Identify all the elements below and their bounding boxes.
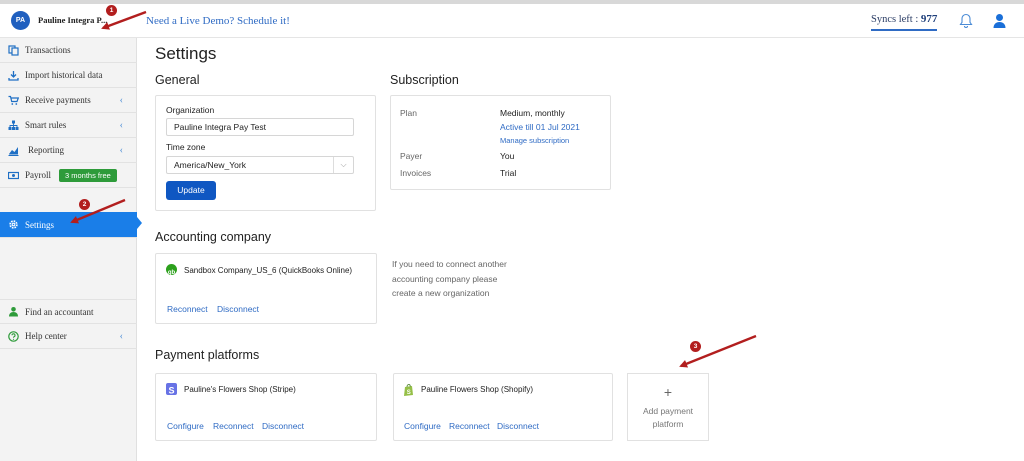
reconnect-link[interactable]: Reconnect [213, 421, 254, 431]
cart-icon [8, 95, 20, 106]
plan-value: Medium, monthly [500, 108, 565, 118]
sidebar-item-label: Help center [25, 331, 67, 341]
plus-icon: + [663, 384, 673, 400]
page-title: Settings [155, 44, 217, 63]
sidebar-item-label: Receive payments [25, 95, 91, 105]
general-section-title: General [155, 73, 200, 87]
download-icon [8, 70, 19, 81]
sidebar-item-settings[interactable]: Settings [0, 212, 137, 238]
manage-subscription-link[interactable]: Manage subscription [500, 136, 569, 145]
top-bar: Need a Live Demo? Schedule it! Syncs lef… [137, 4, 1024, 38]
sidebar-item-transactions[interactable]: Transactions [0, 38, 137, 63]
chevron-left-icon: ‹ [119, 95, 123, 106]
sidebar-item-label: Settings [25, 219, 55, 230]
syncs-left[interactable]: Syncs left : 977 [871, 13, 937, 25]
stripe-icon: S [166, 383, 177, 396]
schedule-demo-link[interactable]: Need a Live Demo? Schedule it! [146, 15, 290, 27]
accounting-company-name: Sandbox Company_US_6 (QuickBooks Online) [184, 266, 353, 275]
disconnect-link[interactable]: Disconnect [262, 421, 304, 431]
annotation-badge-3: 3 [690, 341, 701, 352]
syncs-underline [871, 29, 937, 31]
avatar[interactable]: PA [11, 11, 30, 30]
plan-label: Plan [400, 108, 418, 118]
sidebar-item-label: Find an accountant [25, 306, 94, 317]
sidebar-item-label: Reporting [28, 145, 64, 155]
chevron-left-icon: ‹ [119, 145, 123, 156]
chevron-down-icon: ⌵ [333, 157, 353, 173]
sidebar-item-reporting[interactable]: Reporting ‹ [0, 138, 137, 163]
sidebar-item-receive-payments[interactable]: Receive payments ‹ [0, 88, 137, 113]
quickbooks-icon: qb [166, 264, 177, 276]
chevron-left-icon: ‹ [119, 120, 123, 131]
configure-link[interactable]: Configure [167, 421, 204, 431]
annotation-badge-2: 2 [79, 199, 90, 210]
payer-label: Payer [400, 151, 423, 161]
chevron-left-icon: ‹ [119, 331, 123, 342]
sidebar-item-label: Transactions [25, 45, 71, 55]
svg-text:S: S [407, 390, 411, 396]
invoices-value: Trial [500, 168, 517, 178]
organization-label: Organization [166, 105, 215, 115]
hierarchy-icon [8, 120, 19, 131]
promo-badge[interactable]: 3 months free [59, 168, 117, 182]
accounting-company-card: qb Sandbox Company_US_6 (QuickBooks Onli… [155, 253, 377, 324]
payment-platforms-section-title: Payment platforms [155, 348, 260, 362]
sidebar-item-find-accountant[interactable]: Find an accountant [0, 299, 137, 324]
help-icon [8, 330, 19, 342]
money-icon [7, 170, 20, 181]
timezone-select[interactable]: America/New_York ⌵ [166, 156, 354, 174]
sidebar-item-label: Smart rules [25, 120, 67, 130]
accounting-info-text: If you need to connect another accountin… [392, 259, 507, 298]
add-payment-platform-label: Add payment platform [642, 406, 694, 429]
update-button[interactable]: Update [166, 181, 216, 200]
timezone-value: America/New_York [174, 160, 246, 170]
bell-icon[interactable] [959, 13, 973, 29]
organization-input[interactable]: Pauline Integra Pay Test [166, 118, 354, 136]
invoices-label: Invoices [400, 168, 432, 178]
platform-card-shopify: S Pauline Flowers Shop (Shopify) Configu… [393, 373, 613, 441]
syncs-value: 977 [920, 13, 938, 25]
reconnect-link[interactable]: Reconnect [449, 421, 490, 431]
annotation-badge-1: 1 [106, 5, 117, 16]
person-icon [8, 306, 19, 317]
shopify-icon: S [403, 383, 414, 396]
disconnect-link[interactable]: Disconnect [497, 421, 539, 431]
subscription-card: Plan Medium, monthly Active till 01 Jul … [390, 95, 611, 190]
active-till-text: Active till 01 Jul 2021 [500, 122, 580, 132]
gear-icon [8, 219, 19, 230]
svg-text:S: S [168, 386, 174, 396]
disconnect-accounting-link[interactable]: Disconnect [217, 304, 259, 314]
sidebar-item-label: Import historical data [25, 70, 103, 80]
platform-name: Pauline's Flowers Shop (Stripe) [184, 385, 296, 394]
syncs-label: Syncs left : [871, 14, 919, 25]
general-card: Organization Pauline Integra Pay Test Ti… [155, 95, 376, 211]
sidebar-item-payroll[interactable]: Payroll 3 months free [0, 163, 137, 188]
chart-icon [8, 145, 19, 156]
platform-card-stripe: S Pauline's Flowers Shop (Stripe) Config… [155, 373, 377, 441]
reconnect-accounting-link[interactable]: Reconnect [167, 304, 208, 314]
sidebar-item-label: Payroll [25, 170, 51, 180]
sidebar-item-help-center[interactable]: Help center ‹ [0, 324, 137, 349]
configure-link[interactable]: Configure [404, 421, 441, 431]
copy-icon [8, 44, 19, 56]
sidebar-item-import[interactable]: Import historical data [0, 63, 137, 88]
svg-text:qb: qb [168, 270, 176, 276]
platform-name: Pauline Flowers Shop (Shopify) [421, 385, 534, 394]
sidebar-item-smart-rules[interactable]: Smart rules ‹ [0, 113, 137, 138]
timezone-label: Time zone [166, 142, 206, 152]
payer-value: You [500, 151, 515, 161]
active-indicator [137, 217, 142, 229]
org-name[interactable]: Pauline Integra P... [38, 15, 107, 25]
accounting-section-title: Accounting company [155, 230, 272, 244]
add-payment-platform-button[interactable]: + Add payment platform [627, 373, 709, 441]
subscription-section-title: Subscription [390, 73, 459, 87]
user-icon[interactable] [993, 13, 1006, 29]
